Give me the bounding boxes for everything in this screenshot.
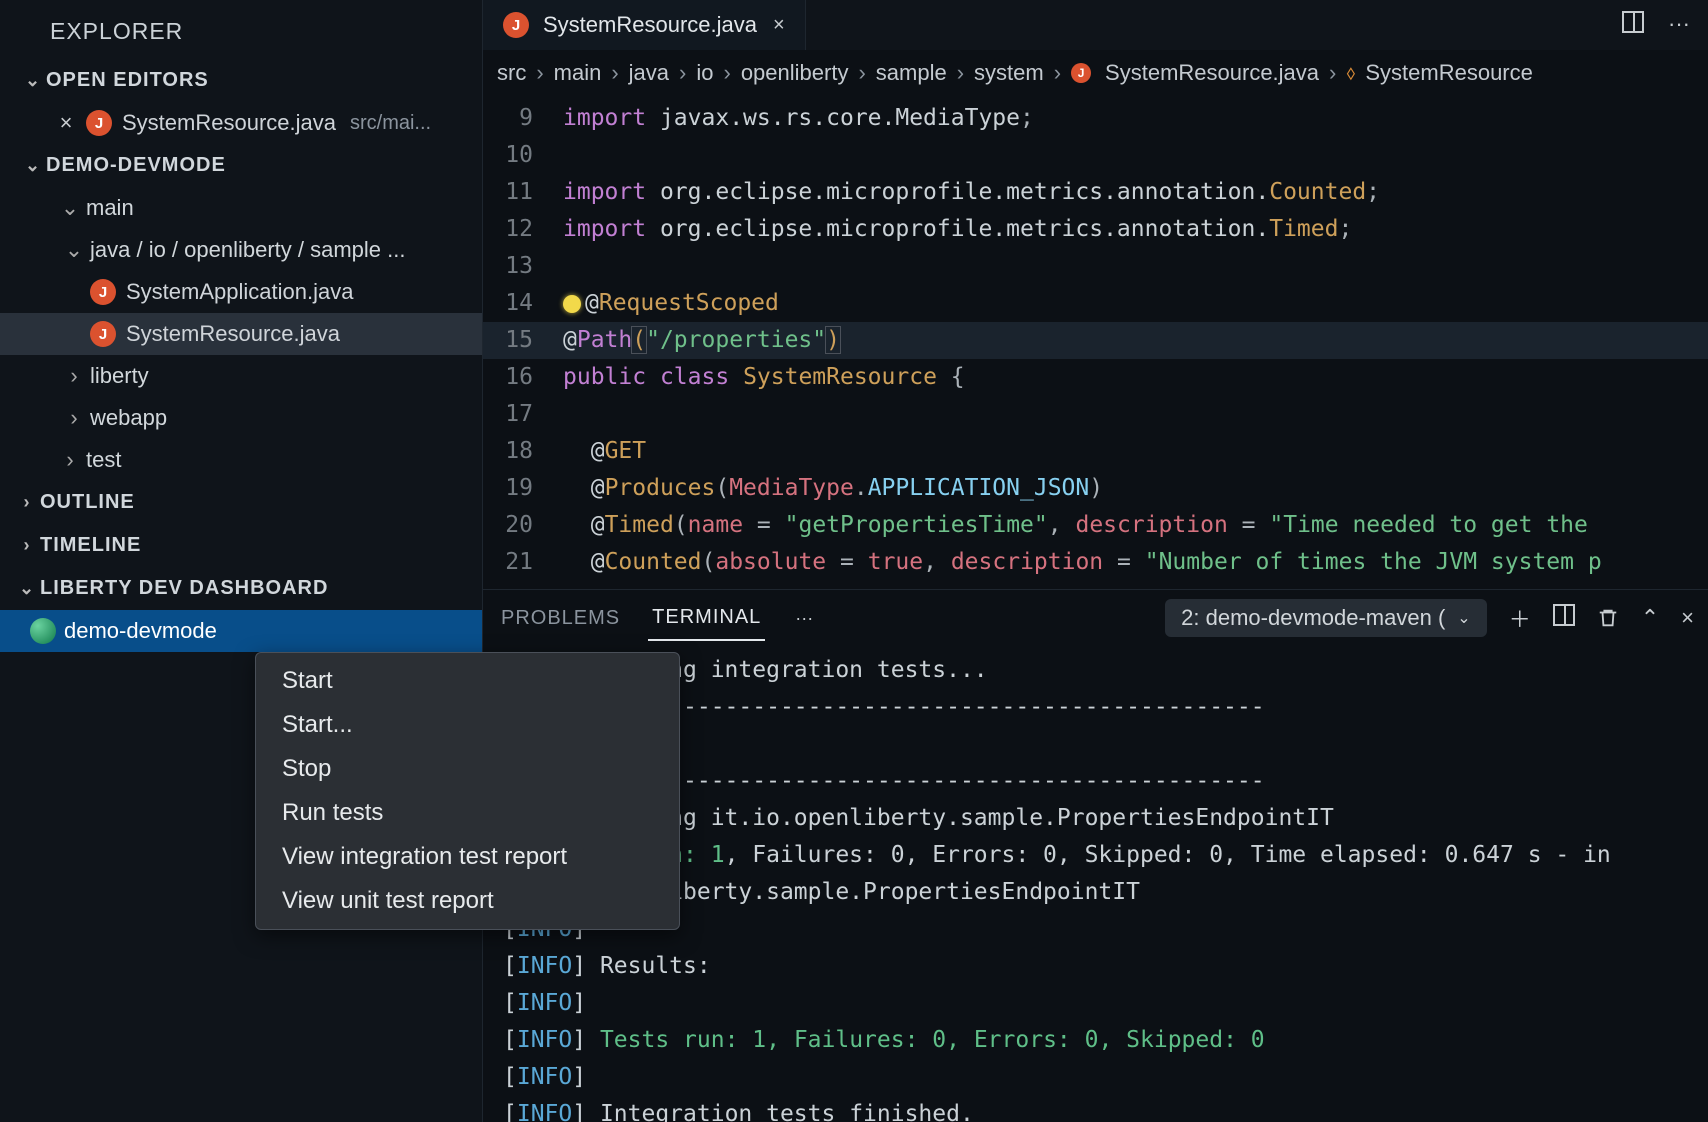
chevron-down-icon: ⌄ [20, 155, 46, 176]
timeline-section[interactable]: › TIMELINE [0, 524, 482, 567]
cm-view-it-report[interactable]: View integration test report [256, 835, 679, 879]
cm-stop[interactable]: Stop [256, 747, 679, 791]
editor-tab[interactable]: SystemResource.java × [483, 0, 806, 50]
more-icon[interactable]: ··· [1668, 11, 1690, 39]
java-file-icon [86, 110, 112, 136]
liberty-dashboard-section[interactable]: ⌄ LIBERTY DEV DASHBOARD [0, 567, 482, 610]
code-editor[interactable]: 9import javax.ws.rs.core.MediaType;1011i… [483, 96, 1708, 589]
project-section[interactable]: ⌄ DEMO-DEVMODE [0, 144, 482, 187]
chevron-right-icon: › [14, 492, 40, 513]
editor-tabbar: SystemResource.java × ··· [483, 0, 1708, 50]
new-terminal-icon[interactable]: ＋ [1509, 602, 1531, 634]
editor-area: SystemResource.java × ··· src› main› jav… [483, 0, 1708, 1122]
chevron-down-icon: ⌄ [1457, 608, 1470, 628]
java-file-icon [1071, 63, 1091, 83]
chevron-right-icon: › [14, 535, 40, 556]
liberty-icon [30, 618, 56, 644]
java-file-icon [90, 279, 116, 305]
chevron-down-icon: ⌄ [58, 195, 82, 221]
cm-run-tests[interactable]: Run tests [256, 791, 679, 835]
open-editor-item[interactable]: × SystemResource.java src/mai... [0, 102, 482, 144]
file-systemresource[interactable]: SystemResource.java [0, 313, 482, 355]
explorer-sidebar: EXPLORER ⌄ OPEN EDITORS × SystemResource… [0, 0, 483, 1122]
folder-java-path[interactable]: ⌄ java / io / openliberty / sample ... [0, 229, 482, 271]
close-icon[interactable]: × [1681, 605, 1694, 631]
liberty-project-item[interactable]: demo-devmode [0, 610, 482, 652]
chevron-down-icon: ⌄ [62, 237, 86, 263]
tab-terminal[interactable]: TERMINAL [648, 596, 765, 641]
breadcrumb[interactable]: src› main› java› io› openliberty› sample… [483, 50, 1708, 96]
chevron-right-icon: › [62, 363, 86, 389]
split-terminal-icon[interactable] [1553, 604, 1575, 632]
outline-section[interactable]: › OUTLINE [0, 481, 482, 524]
chevron-up-icon[interactable]: ⌃ [1641, 605, 1659, 631]
file-systemapplication[interactable]: SystemApplication.java [0, 271, 482, 313]
java-file-icon [90, 321, 116, 347]
cm-view-unit-report[interactable]: View unit test report [256, 879, 679, 923]
folder-main[interactable]: ⌄ main [0, 187, 482, 229]
chevron-down-icon: ⌄ [20, 70, 46, 91]
folder-webapp[interactable]: › webapp [0, 397, 482, 439]
class-symbol-icon: ⬨ [1346, 62, 1355, 85]
context-menu: Start Start... Stop Run tests View integ… [255, 652, 680, 930]
cm-start-dots[interactable]: Start... [256, 703, 679, 747]
chevron-right-icon: › [62, 405, 86, 431]
folder-test[interactable]: › test [0, 439, 482, 481]
cm-start[interactable]: Start [256, 659, 679, 703]
tab-problems[interactable]: PROBLEMS [497, 597, 624, 640]
trash-icon[interactable] [1597, 607, 1619, 629]
close-icon[interactable]: × [52, 110, 80, 136]
more-icon[interactable]: ··· [789, 608, 819, 629]
explorer-title: EXPLORER [0, 0, 482, 59]
chevron-right-icon: › [58, 447, 82, 473]
terminal-select[interactable]: 2: demo-devmode-maven ( ⌄ [1165, 599, 1487, 637]
open-editors-section[interactable]: ⌄ OPEN EDITORS [0, 59, 482, 102]
java-file-icon [503, 12, 529, 38]
chevron-down-icon: ⌄ [14, 578, 40, 599]
folder-liberty[interactable]: › liberty [0, 355, 482, 397]
split-editor-icon[interactable] [1622, 11, 1644, 39]
close-icon[interactable]: × [767, 14, 785, 37]
